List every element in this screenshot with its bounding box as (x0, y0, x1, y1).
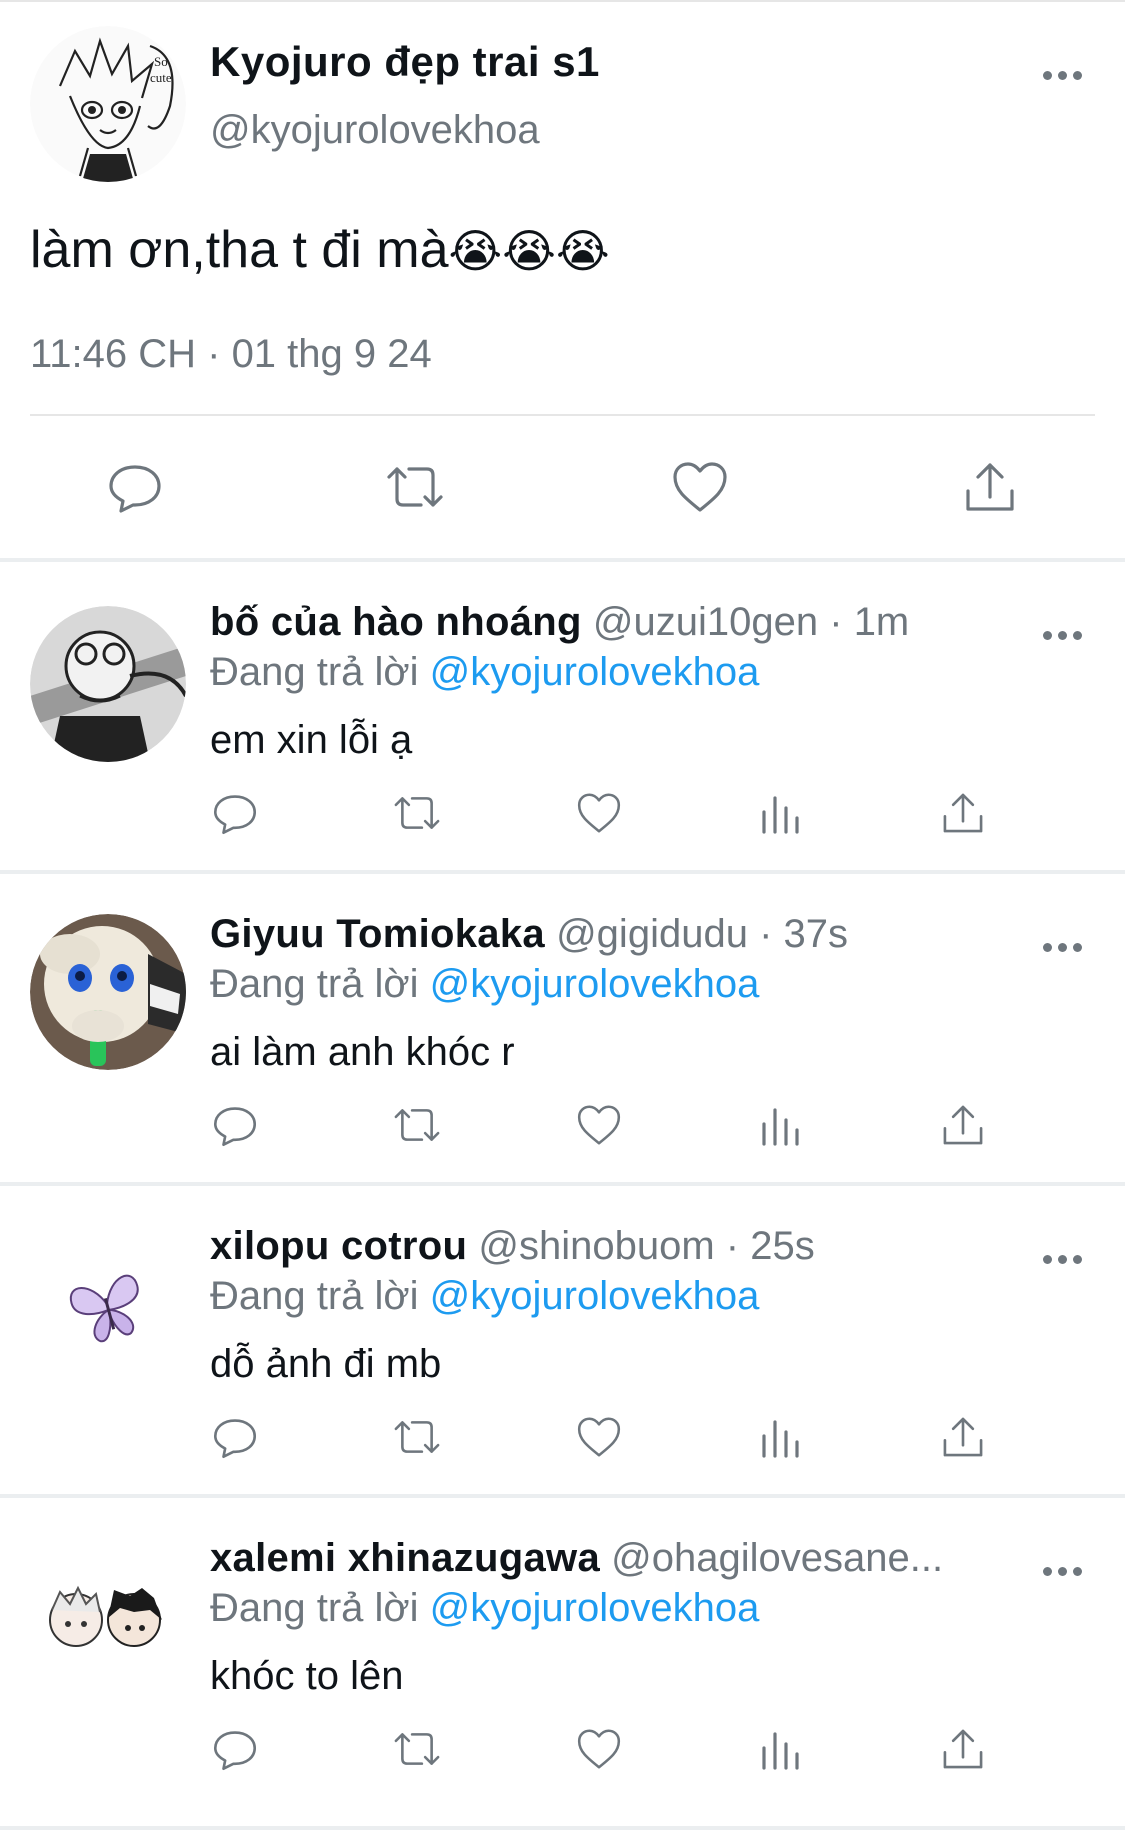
reply-text: em xin lỗi ạ (210, 718, 413, 762)
share-icon[interactable] (936, 1722, 990, 1776)
handle[interactable]: @kyojurolovekhoa (210, 108, 540, 153)
svg-text:So: So (154, 54, 168, 69)
reply-icon[interactable] (208, 786, 262, 840)
reply-icon[interactable] (208, 1722, 262, 1776)
display-name[interactable]: bố của hào nhoáng (210, 600, 582, 644)
mention-link[interactable]: @kyojurolovekhoa (430, 962, 760, 1006)
reply-icon[interactable] (208, 1098, 262, 1152)
reply-text: khóc to lên (210, 1654, 404, 1698)
separator-dot: · (759, 912, 773, 956)
reply-header: Giyuu Tomiokaka @gigidudu · 37s (210, 912, 848, 957)
svg-text:cute: cute (150, 70, 172, 85)
retweet-icon[interactable] (390, 1410, 444, 1464)
reply-header: xilopu cotrou @shinobuom · 25s (210, 1224, 815, 1269)
like-icon[interactable] (572, 1410, 626, 1464)
replying-label: Đang trả lời (210, 962, 419, 1006)
reply-text: dỗ ảnh đi mb (210, 1342, 442, 1386)
plush-doll-avatar-icon (30, 914, 186, 1070)
reply-time: 37s (783, 912, 849, 956)
display-name[interactable]: xilopu cotrou (210, 1224, 467, 1268)
display-name[interactable]: xalemi xhinazugawa (210, 1536, 600, 1580)
tweet-timestamp[interactable]: 11:46 CH · 01 thg 9 24 (30, 332, 432, 377)
reply-header: bố của hào nhoáng @uzui10gen · 1m (210, 600, 909, 645)
reply-time: 25s (750, 1224, 815, 1268)
replying-label: Đang trả lời (210, 1586, 419, 1630)
anime-avatar-icon: So cute (30, 26, 186, 182)
share-icon[interactable] (936, 786, 990, 840)
handle[interactable]: @uzui10gen (593, 600, 818, 644)
replying-label: Đang trả lời (210, 650, 419, 694)
avatar[interactable] (30, 1226, 186, 1382)
tweet-text: làm ơn,tha t đi mà😭😭😭 (30, 220, 610, 280)
mention-link[interactable]: @kyojurolovekhoa (430, 1274, 760, 1318)
retweet-icon[interactable] (390, 1098, 444, 1152)
crying-emoji: 😭😭😭 (448, 225, 610, 277)
separator-dot: · (829, 600, 843, 644)
avatar[interactable]: So cute (30, 26, 186, 182)
mention-link[interactable]: @kyojurolovekhoa (430, 650, 760, 694)
butterfly-avatar-icon (30, 1226, 186, 1382)
separator-dot: · (725, 1224, 740, 1268)
reply-tweet[interactable]: xalemi xhinazugawa @ohagilovesane... Đan… (0, 1498, 1125, 1806)
analytics-icon[interactable] (754, 1722, 808, 1776)
share-icon[interactable] (936, 1098, 990, 1152)
replying-to: Đang trả lời @kyojurolovekhoa (210, 650, 759, 695)
reply-time: 1m (853, 600, 910, 644)
avatar[interactable] (30, 1540, 186, 1696)
more-options-icon[interactable] (1040, 628, 1084, 642)
tweet-body: làm ơn,tha t đi mà (30, 221, 449, 279)
more-options-icon[interactable] (1040, 940, 1084, 954)
more-options-icon[interactable] (1040, 68, 1084, 82)
handle[interactable]: @gigidudu (556, 912, 748, 956)
replying-to: Đang trả lời @kyojurolovekhoa (210, 1274, 759, 1319)
mention-link[interactable]: @kyojurolovekhoa (430, 1586, 760, 1630)
analytics-icon[interactable] (754, 1410, 808, 1464)
replying-to: Đang trả lời @kyojurolovekhoa (210, 1586, 759, 1631)
share-icon[interactable] (955, 457, 1025, 517)
display-name[interactable]: Giyuu Tomiokaka (210, 912, 545, 956)
reply-icon[interactable] (100, 457, 170, 517)
divider (30, 414, 1095, 416)
like-icon[interactable] (665, 457, 735, 517)
like-icon[interactable] (572, 1098, 626, 1152)
more-options-icon[interactable] (1040, 1252, 1084, 1266)
reply-icon[interactable] (208, 1410, 262, 1464)
avatar[interactable] (30, 606, 186, 762)
retweet-icon[interactable] (380, 457, 450, 517)
retweet-icon[interactable] (390, 1722, 444, 1776)
retweet-icon[interactable] (390, 786, 444, 840)
like-icon[interactable] (572, 1722, 626, 1776)
divider (0, 1826, 1125, 1830)
reply-header: xalemi xhinazugawa @ohagilovesane... (210, 1536, 943, 1581)
analytics-icon[interactable] (754, 786, 808, 840)
handle[interactable]: @shinobuom (478, 1224, 714, 1268)
analytics-icon[interactable] (754, 1098, 808, 1152)
avatar[interactable] (30, 914, 186, 1070)
manga-avatar-icon (30, 606, 186, 762)
reply-tweet[interactable]: xilopu cotrou @shinobuom · 25s Đang trả … (0, 1186, 1125, 1494)
display-name[interactable]: Kyojuro đẹp trai s1 (210, 38, 600, 86)
chibi-pair-avatar-icon (30, 1540, 186, 1696)
handle[interactable]: @ohagilovesane... (611, 1536, 943, 1580)
replying-to: Đang trả lời @kyojurolovekhoa (210, 962, 759, 1007)
more-options-icon[interactable] (1040, 1564, 1084, 1578)
main-tweet: So cute Kyojuro đẹp trai s1 @kyojurolove… (0, 0, 1125, 560)
reply-tweet[interactable]: bố của hào nhoáng @uzui10gen · 1m Đang t… (0, 562, 1125, 870)
reply-text: ai làm anh khóc r (210, 1030, 515, 1074)
replying-label: Đang trả lời (210, 1274, 419, 1318)
like-icon[interactable] (572, 786, 626, 840)
reply-tweet[interactable]: Giyuu Tomiokaka @gigidudu · 37s Đang trả… (0, 874, 1125, 1182)
share-icon[interactable] (936, 1410, 990, 1464)
